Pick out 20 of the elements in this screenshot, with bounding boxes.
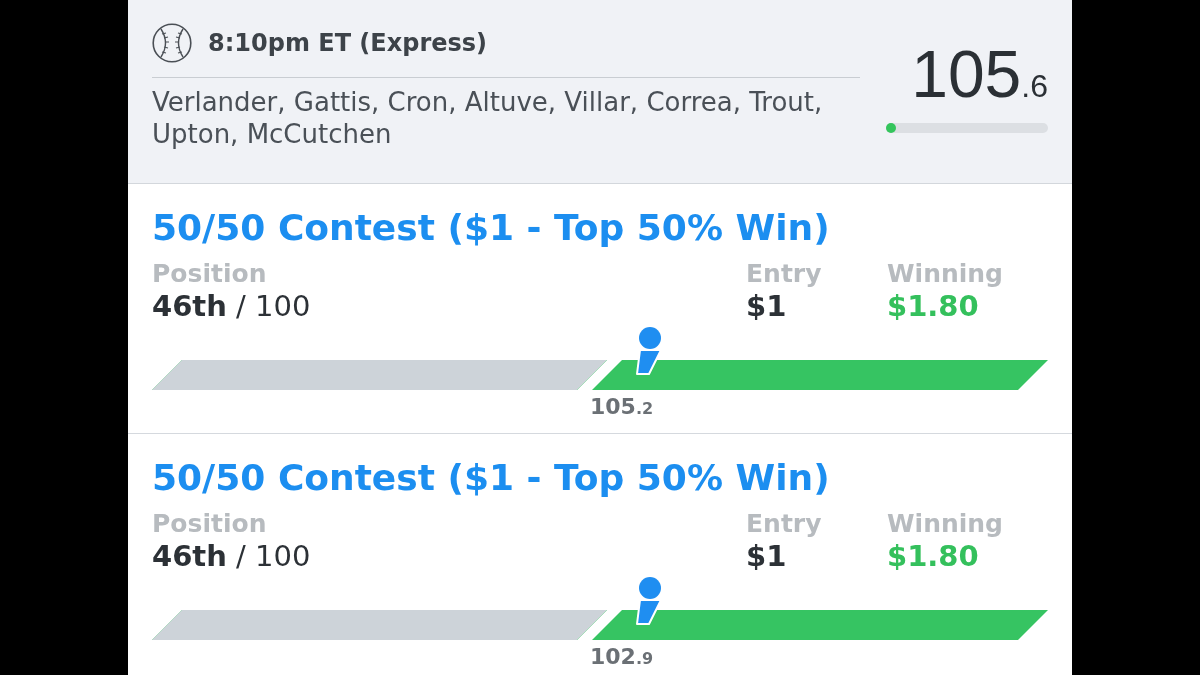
winning-label: Winning: [887, 259, 1003, 289]
position-label: Position: [152, 509, 267, 539]
baseball-icon: [152, 23, 192, 63]
contest-title[interactable]: 50/50 Contest ($1 - Top 50% Win): [152, 457, 830, 499]
cutoff-score: 102.9: [590, 644, 654, 671]
entry-label: Entry: [746, 259, 822, 289]
contest-title[interactable]: 50/50 Contest ($1 - Top 50% Win): [152, 207, 830, 249]
entry-value: $1: [746, 289, 787, 323]
entry-value: $1: [746, 539, 787, 573]
slate-title: 8:10pm ET (Express): [208, 29, 488, 57]
winning-value: $1.80: [887, 539, 979, 573]
position-label: Position: [152, 259, 267, 289]
winning-value: $1.80: [887, 289, 979, 323]
lineup-players: Verlander, Gattis, Cron, Altuve, Villar, Correa, Trout, Upton, McCutchen: [152, 86, 824, 150]
position-value: 46th / 100: [152, 289, 311, 323]
cutoff-score: 105.2: [590, 394, 654, 421]
entry-label: Entry: [746, 509, 822, 539]
winning-label: Winning: [887, 509, 1003, 539]
lineup-score: 105.6: [911, 44, 1048, 113]
position-value: 46th / 100: [152, 539, 311, 573]
